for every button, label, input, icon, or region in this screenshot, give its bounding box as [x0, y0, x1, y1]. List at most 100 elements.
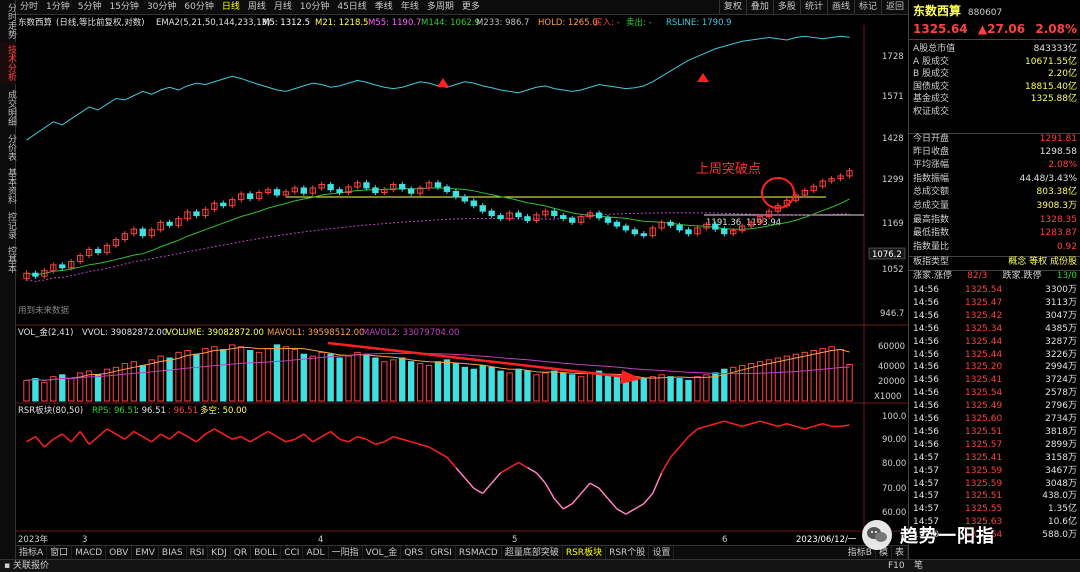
rsr-segment	[366, 438, 376, 446]
tick-row[interactable]: 14:56 1325.41 3724万	[909, 375, 1080, 387]
period-15min[interactable]: 15分钟	[105, 0, 142, 15]
tick-row[interactable]: 14:57 1325.59 3467万	[909, 466, 1080, 478]
tick-mode[interactable]: 笔	[914, 560, 923, 572]
indicator-tab[interactable]: 设置	[649, 545, 675, 560]
indicator-tab[interactable]: QRS	[401, 545, 428, 560]
indicator-tab[interactable]: KDJ	[208, 545, 231, 560]
indicator-tab[interactable]: RSR板块	[563, 545, 607, 560]
tick-row[interactable]: 14:57 1325.55 1.35亿	[909, 504, 1080, 516]
date-tick: 6	[722, 535, 727, 545]
chart-area[interactable]: 东数西算 (日线,等比前复权,对数) EMA2(5,21,50,144,233,…	[16, 15, 908, 545]
tick-row[interactable]: 14:56 1325.57 2899万	[909, 440, 1080, 452]
rsr-segment	[777, 423, 788, 428]
period-5min[interactable]: 5分钟	[74, 0, 106, 15]
candle-body	[712, 223, 719, 230]
tick-price: 1325.41	[965, 375, 1003, 386]
rsr-segment	[169, 430, 180, 440]
rsr-segment	[312, 436, 323, 443]
tick-price: 1325.54	[965, 285, 1003, 295]
down-count-label: 跌家.跌停	[1002, 271, 1042, 281]
indicator-tab[interactable]: RSMACD	[456, 545, 502, 560]
tick-volume: 2994万	[1045, 362, 1077, 373]
tick-row[interactable]: 14:56 1325.44 3287万	[909, 337, 1080, 349]
indicator-tab[interactable]: 指标A	[16, 545, 48, 560]
indicator-tab[interactable]: QR	[231, 545, 252, 560]
indicator-tab[interactable]: GRSI	[427, 545, 456, 560]
indicator-tab[interactable]: EMV	[132, 545, 159, 560]
tab-control-basic[interactable]: 控基本	[0, 244, 16, 274]
tick-row[interactable]: 14:56 1325.49 2796万	[909, 401, 1080, 413]
indicator-tab[interactable]: MACD	[72, 545, 107, 560]
rsr-segment	[133, 430, 144, 438]
tool-mark[interactable]: 标记	[853, 0, 881, 15]
rsr-segment	[222, 433, 233, 440]
volume-bar	[139, 364, 146, 402]
period-45day[interactable]: 45日线	[333, 0, 370, 15]
period-1min[interactable]: 1分钟	[42, 0, 74, 15]
tab-basic-info[interactable]: 基本资料	[0, 166, 16, 206]
tool-adjust[interactable]: 复权	[718, 0, 746, 15]
indicator-tab[interactable]: RSI	[187, 545, 209, 560]
tick-price: 1325.59	[965, 478, 1003, 489]
tool-statistics[interactable]: 统计	[799, 0, 827, 15]
tick-row[interactable]: 14:56 1325.44 3226万	[909, 350, 1080, 362]
tool-draw-line[interactable]: 画线	[826, 0, 854, 15]
tab-technical[interactable]: 技术分析	[0, 42, 16, 84]
tab-intraday[interactable]: 分时走势	[0, 2, 16, 40]
stat-value: 843333亿	[1033, 44, 1077, 54]
volume-bar	[157, 355, 164, 402]
price-tick: 1169	[882, 219, 904, 229]
status-text[interactable]: ▪ 关联报价	[4, 560, 49, 572]
date-tick: 4	[318, 535, 323, 545]
tick-row[interactable]: 14:56 1325.51 3818万	[909, 427, 1080, 439]
indicator-tab[interactable]: 超量底部突破	[502, 545, 563, 560]
period-yearly[interactable]: 年线	[397, 0, 423, 15]
tick-row[interactable]: 14:57 1325.51 438.0万	[909, 491, 1080, 503]
vvol-value: VVOL: 39082872.00	[82, 328, 167, 338]
indicator-tab[interactable]: VOL_金	[363, 545, 402, 560]
tick-row[interactable]: 14:56 1325.54 3300万	[909, 285, 1080, 297]
indicator-tab[interactable]: OBV	[106, 545, 133, 560]
tick-row[interactable]: 14:57 1325.41 3158万	[909, 453, 1080, 465]
board-type-value[interactable]: 概念 等权 成份股	[1008, 257, 1077, 268]
f10-key[interactable]: F10	[888, 560, 905, 572]
period-intraday[interactable]: 分时	[16, 0, 42, 15]
tick-row[interactable]: 14:56 1325.54 2578万	[909, 388, 1080, 400]
period-10min[interactable]: 10分钟	[296, 0, 333, 15]
tab-control-record[interactable]: 控记录	[0, 210, 16, 240]
last-price: 1325.64	[913, 22, 968, 36]
tick-row[interactable]: 14:57 1325.59 3048万	[909, 479, 1080, 491]
indicator-tab[interactable]: 一阳指	[329, 545, 363, 560]
indicator-tab[interactable]: BOLL	[251, 545, 282, 560]
period-30min[interactable]: 30分钟	[143, 0, 180, 15]
tool-overlay[interactable]: 叠加	[745, 0, 773, 15]
rsr-segment	[61, 433, 72, 443]
rsr-segment	[213, 428, 224, 435]
period-60min[interactable]: 60分钟	[180, 0, 217, 15]
tick-row[interactable]: 14:56 1325.42 3047万	[909, 311, 1080, 323]
volume-value: VOLUME: 39082872.00	[166, 328, 264, 338]
period-monthly[interactable]: 月线	[270, 0, 296, 15]
period-multi[interactable]: 多周期	[423, 0, 458, 15]
period-daily[interactable]: 日线	[218, 0, 244, 15]
indicator-tab[interactable]: CCI	[281, 545, 304, 560]
tick-row[interactable]: 14:56 1325.34 4385万	[909, 324, 1080, 336]
chart-svg[interactable]: 东数西算 (日线,等比前复权,对数) EMA2(5,21,50,144,233,…	[16, 15, 908, 545]
tab-price-table[interactable]: 分价表	[0, 132, 16, 162]
indicator-tab[interactable]: ADL	[303, 545, 329, 560]
candle-body	[497, 215, 504, 220]
indicator-tab[interactable]: RSR个股	[606, 545, 650, 560]
indicator-tab[interactable]: 窗口	[47, 545, 73, 560]
period-more[interactable]: 更多	[458, 0, 484, 15]
tab-trade-detail[interactable]: 成交明细	[0, 88, 16, 128]
indicator-tab[interactable]: BIAS	[159, 545, 187, 560]
volume-bar	[363, 353, 370, 402]
tick-row[interactable]: 14:56 1325.60 2734万	[909, 414, 1080, 426]
tool-multi-stock[interactable]: 多股	[772, 0, 800, 15]
period-weekly[interactable]: 周线	[244, 0, 270, 15]
period-quarterly[interactable]: 季线	[371, 0, 397, 15]
tool-back[interactable]: 返回	[880, 0, 908, 15]
tick-row[interactable]: 14:56 1325.20 2994万	[909, 362, 1080, 374]
tick-row[interactable]: 14:56 1325.47 3113万	[909, 298, 1080, 310]
indicator-tab-bar: 指标A 窗口 MACD OBV EMV BIAS RSI KDJ QR BOLL CCI ADL 一阳指…	[16, 545, 908, 560]
